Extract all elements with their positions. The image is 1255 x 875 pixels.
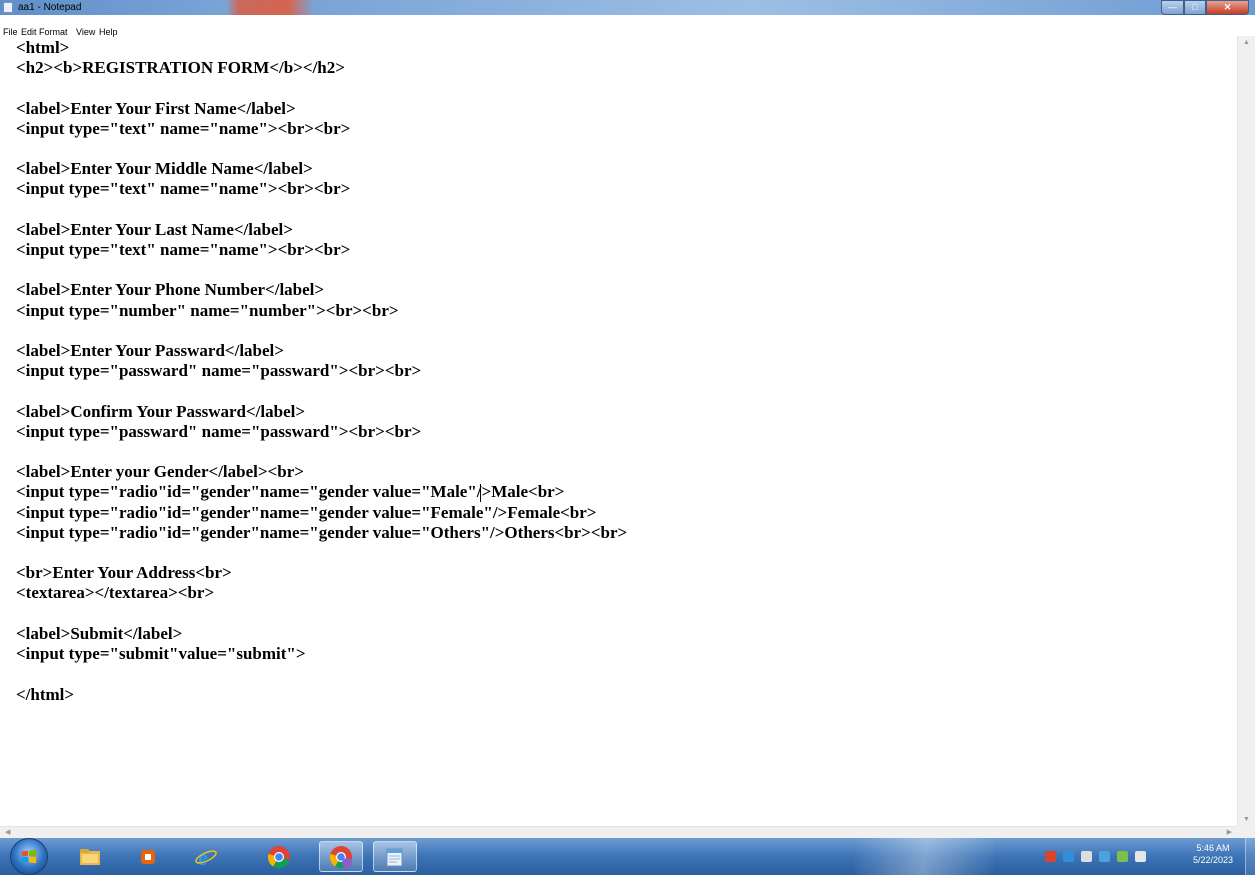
tray-power-icon[interactable] — [1117, 851, 1128, 862]
system-tray: 5:46 AM 5/22/2023 — [1015, 838, 1255, 875]
taskbar-internet-explorer[interactable]: e — [184, 841, 228, 872]
taskbar-chrome[interactable] — [257, 841, 301, 872]
scroll-left-arrow-icon[interactable]: ◀ — [5, 828, 10, 836]
document-text[interactable]: <html> <h2><b>REGISTRATION FORM</b></h2>… — [16, 38, 1236, 705]
notepad-icon — [386, 848, 403, 866]
scroll-right-arrow-icon[interactable]: ▶ — [1227, 828, 1232, 836]
start-button[interactable] — [10, 838, 48, 875]
tray-action-center-flag-icon[interactable] — [1081, 851, 1092, 862]
tray-display-icon[interactable] — [1099, 851, 1110, 862]
clock-time: 5:46 AM — [1196, 843, 1230, 853]
tray-network-icon[interactable] — [1063, 851, 1074, 862]
notepad-app-icon[interactable] — [3, 2, 13, 13]
clock-date: 5/22/2023 — [1192, 855, 1234, 865]
close-button[interactable]: ✕ — [1206, 0, 1249, 15]
scroll-up-arrow-icon[interactable]: ▲ — [1243, 39, 1250, 46]
menu-format[interactable]: Format — [39, 28, 68, 37]
chrome-icon — [267, 845, 290, 868]
internet-explorer-icon: e — [195, 845, 217, 869]
windows-logo-icon — [21, 849, 37, 864]
menu-edit[interactable]: Edit — [21, 28, 37, 37]
scrollbar-corner — [1237, 826, 1255, 838]
text-editor-area[interactable]: <html> <h2><b>REGISTRATION FORM</b></h2>… — [16, 38, 1236, 823]
taskbar-notepad[interactable] — [373, 841, 417, 872]
media-player-icon — [141, 849, 155, 864]
taskbar-clock[interactable]: 5:46 AM 5/22/2023 — [1187, 842, 1239, 866]
horizontal-scrollbar[interactable]: ◀ ▶ — [0, 826, 1237, 838]
vertical-scrollbar[interactable]: ▲ ▼ — [1237, 36, 1255, 826]
window-title-bar[interactable]: aa1 - Notepad — □ ✕ — [0, 0, 1255, 15]
maximize-button[interactable]: □ — [1184, 0, 1206, 15]
minimize-button[interactable]: — — [1161, 0, 1184, 15]
tray-antivirus-icon[interactable] — [1045, 851, 1056, 862]
window-controls: — □ ✕ — [1161, 0, 1249, 15]
menu-file[interactable]: File — [3, 28, 18, 37]
scroll-down-arrow-icon[interactable]: ▼ — [1243, 816, 1250, 823]
taskbar-file-explorer[interactable] — [68, 841, 112, 872]
menu-help[interactable]: Help — [99, 28, 118, 37]
chrome-profile-icon — [329, 845, 352, 868]
taskbar-chrome-profile[interactable] — [319, 841, 363, 872]
menu-view[interactable]: View — [76, 28, 95, 37]
show-desktop-button[interactable] — [1245, 838, 1255, 875]
text-caret — [480, 484, 481, 502]
file-explorer-icon — [80, 848, 100, 865]
taskbar: e 5:46 AM 5/22/2023 — [0, 838, 1255, 875]
window-title: aa1 - Notepad — [18, 2, 82, 13]
taskbar-media-player[interactable] — [126, 841, 170, 872]
menu-bar: File Edit Format View Help — [0, 15, 1255, 37]
tray-volume-icon[interactable] — [1135, 851, 1146, 862]
